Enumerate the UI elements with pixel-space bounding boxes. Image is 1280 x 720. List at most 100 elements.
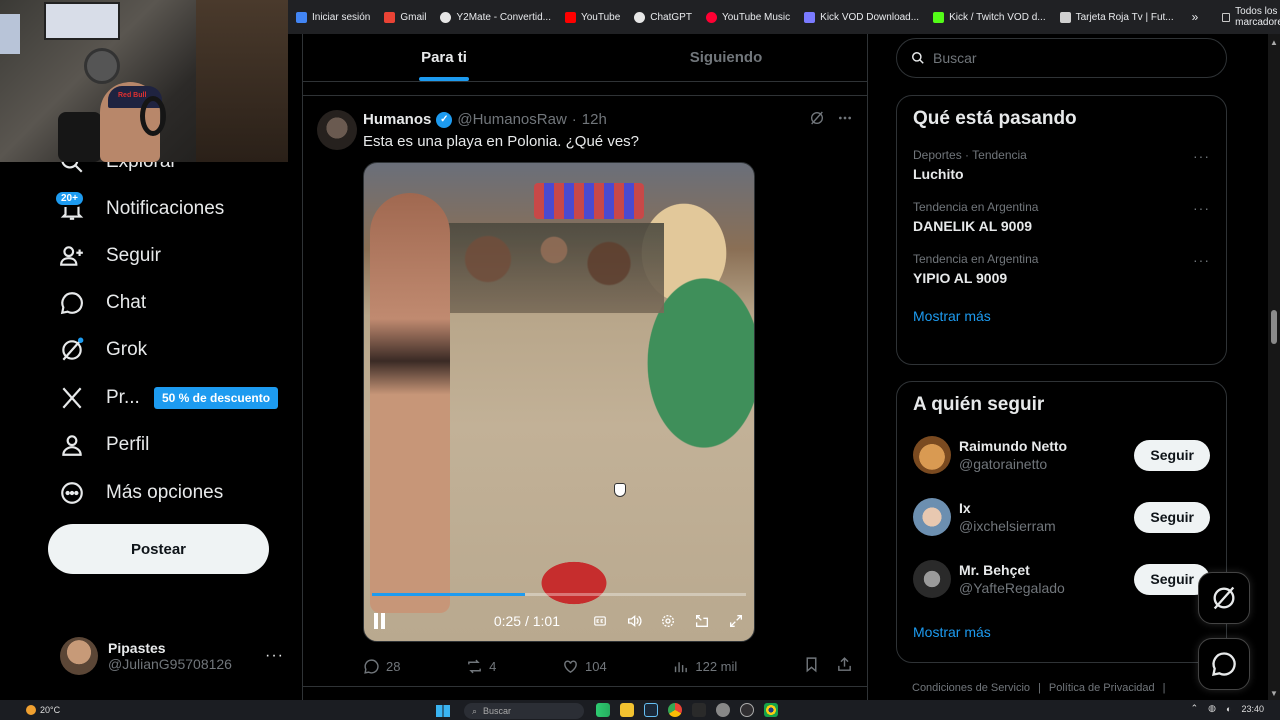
more-horizontal-icon[interactable]: ···	[1193, 148, 1210, 164]
trend-item[interactable]: Tendencia en Argentina YIPIO AL 9009 ···	[897, 242, 1226, 294]
video-windbreak	[534, 183, 644, 219]
windows-start-icon[interactable]	[436, 705, 450, 717]
tweet-timestamp[interactable]: 12h	[582, 111, 607, 128]
captions-icon[interactable]	[592, 613, 608, 629]
account-switcher[interactable]: Pipastes @JulianG95708126 ···	[60, 637, 290, 675]
tab-for-you[interactable]: Para ti	[303, 34, 585, 81]
avatar[interactable]	[913, 560, 951, 598]
more-horizontal-icon[interactable]: ···	[1193, 252, 1210, 268]
bookmark-signin[interactable]: Iniciar sesión	[296, 11, 370, 23]
bookmarks-overflow-button[interactable]: »	[1192, 10, 1199, 24]
tweet-author-name[interactable]: Humanos	[363, 111, 431, 128]
trend-name: YIPIO AL 9009	[913, 270, 1008, 286]
tweet-secondary-actions	[803, 656, 853, 676]
app-icon[interactable]	[716, 703, 730, 717]
bookmark-kick-twitch[interactable]: Kick / Twitch VOD d...	[933, 11, 1046, 23]
share-icon[interactable]	[836, 656, 853, 676]
search-box[interactable]	[896, 38, 1227, 78]
webcam-fan	[84, 48, 120, 84]
tweet-author-handle[interactable]: @HumanosRaw	[457, 111, 566, 128]
video-progress-bar[interactable]	[372, 593, 746, 596]
settings-gear-icon[interactable]	[660, 613, 676, 629]
obs-icon[interactable]	[740, 703, 754, 717]
volume-icon[interactable]	[626, 613, 642, 629]
search-input[interactable]	[933, 50, 1193, 66]
all-bookmarks-button[interactable]: Todos los marcadores	[1222, 6, 1280, 28]
follow-suggestion[interactable]: Raimundo Netto @gatorainetto Seguir	[897, 424, 1226, 486]
chat-floating-button[interactable]	[1198, 638, 1250, 690]
follow-button[interactable]: Seguir	[1134, 501, 1210, 533]
tray-overflow-icon[interactable]: ⌃	[1191, 703, 1199, 714]
taskbar-time[interactable]: 23:40	[1241, 704, 1264, 714]
avatar[interactable]	[913, 436, 951, 474]
more-horizontal-icon[interactable]	[837, 110, 853, 131]
follow-button[interactable]: Seguir	[1134, 439, 1210, 471]
chrome-icon[interactable]	[668, 703, 682, 717]
who-to-follow-show-more-link[interactable]: Mostrar más	[897, 610, 1226, 656]
nav-more[interactable]: Más opciones	[58, 479, 223, 507]
bookmark-chatgpt[interactable]: ChatGPT	[634, 11, 692, 23]
terms-link[interactable]: Condiciones de Servicio	[912, 682, 1030, 694]
pause-icon[interactable]	[374, 613, 388, 629]
trend-item[interactable]: Deportes · Tendencia Luchito ···	[897, 138, 1226, 190]
trend-item[interactable]: Tendencia en Argentina DANELIK AL 9009 ·…	[897, 190, 1226, 242]
suggestion-name: Mr. Behçet	[959, 562, 1030, 578]
bookmark-y2mate[interactable]: Y2Mate - Convertid...	[440, 11, 551, 23]
tweet-separator: ·	[571, 111, 577, 128]
fullscreen-icon[interactable]	[728, 613, 744, 629]
picture-in-picture-icon[interactable]	[694, 613, 710, 629]
trends-show-more-link[interactable]: Mostrar más	[897, 294, 1226, 340]
more-horizontal-icon[interactable]: ···	[1193, 200, 1210, 216]
trend-name: DANELIK AL 9009	[913, 218, 1033, 234]
steam-icon[interactable]	[644, 703, 658, 717]
avatar[interactable]	[913, 498, 951, 536]
video-progress-fill	[372, 593, 526, 596]
repost-button[interactable]: 4	[466, 656, 496, 676]
post-button[interactable]: Postear	[48, 524, 269, 574]
suggestion-name: Ix	[959, 500, 971, 516]
who-to-follow-panel: A quién seguir Raimundo Netto @gatoraine…	[896, 381, 1227, 663]
nav-follow[interactable]: Seguir	[58, 242, 161, 270]
network-icon[interactable]: ◍	[1208, 703, 1216, 714]
more-horizontal-icon[interactable]: ···	[265, 647, 284, 665]
chatgpt-icon	[634, 11, 646, 23]
taskbar-search[interactable]: ⌕ Buscar	[464, 703, 584, 719]
follow-suggestion[interactable]: Ix @ixchelsierram Seguir	[897, 486, 1226, 548]
folder-icon[interactable]	[620, 703, 634, 717]
scroll-down-arrow-icon[interactable]: ▼	[1270, 689, 1278, 698]
follow-suggestion[interactable]: Mr. Behçet @YafteRegalado Seguir	[897, 548, 1226, 610]
suggestion-handle: @YafteRegalado	[959, 580, 1065, 596]
volume-icon[interactable]: ◐	[1226, 704, 1231, 714]
nav-grok[interactable]: Grok	[58, 336, 147, 364]
bookmark-tarjeta-roja[interactable]: Tarjeta Roja Tv | Fut...	[1059, 11, 1174, 23]
like-button[interactable]: 104	[562, 656, 607, 676]
sound-app-icon[interactable]	[596, 703, 610, 717]
bookmark-gmail[interactable]: Gmail	[384, 11, 426, 23]
scroll-up-arrow-icon[interactable]: ▲	[1270, 38, 1278, 47]
premium-discount-badge[interactable]: 50 % de descuento	[154, 387, 279, 409]
kick-icon	[933, 11, 945, 23]
tweet[interactable]: Humanos ✓ @HumanosRaw · 12h Esta es una …	[303, 96, 867, 686]
nav-chat[interactable]: Chat	[58, 289, 146, 317]
nav-premium[interactable]: Pr...	[58, 384, 140, 412]
grok-icon[interactable]	[809, 110, 825, 131]
trend-context: Tendencia en Argentina	[913, 252, 1039, 266]
views-button[interactable]: 122 mil	[672, 656, 737, 676]
weather-widget[interactable]: 20°C	[26, 705, 60, 715]
tweet-video[interactable]: 0:25 / 1:01	[363, 162, 755, 642]
bookmark-youtube[interactable]: YouTube	[564, 11, 620, 23]
grok-floating-button[interactable]	[1198, 572, 1250, 624]
page-scrollbar[interactable]: ▲ ▼	[1268, 34, 1280, 700]
bookmark-kick-vod[interactable]: Kick VOD Download...	[804, 11, 919, 23]
bookmark-icon[interactable]	[803, 656, 820, 676]
tab-following[interactable]: Siguiendo	[585, 34, 867, 81]
scrollbar-thumb[interactable]	[1271, 310, 1277, 344]
epic-games-icon[interactable]	[692, 703, 706, 717]
privacy-link[interactable]: Política de Privacidad	[1049, 682, 1155, 694]
tweet-author-avatar[interactable]	[317, 110, 357, 150]
reply-button[interactable]: 28	[363, 656, 400, 676]
reply-count: 28	[386, 658, 401, 674]
nav-profile[interactable]: Perfil	[58, 431, 149, 459]
brazil-flag-icon[interactable]	[764, 703, 778, 717]
bookmark-youtube-music[interactable]: YouTube Music	[705, 11, 790, 23]
